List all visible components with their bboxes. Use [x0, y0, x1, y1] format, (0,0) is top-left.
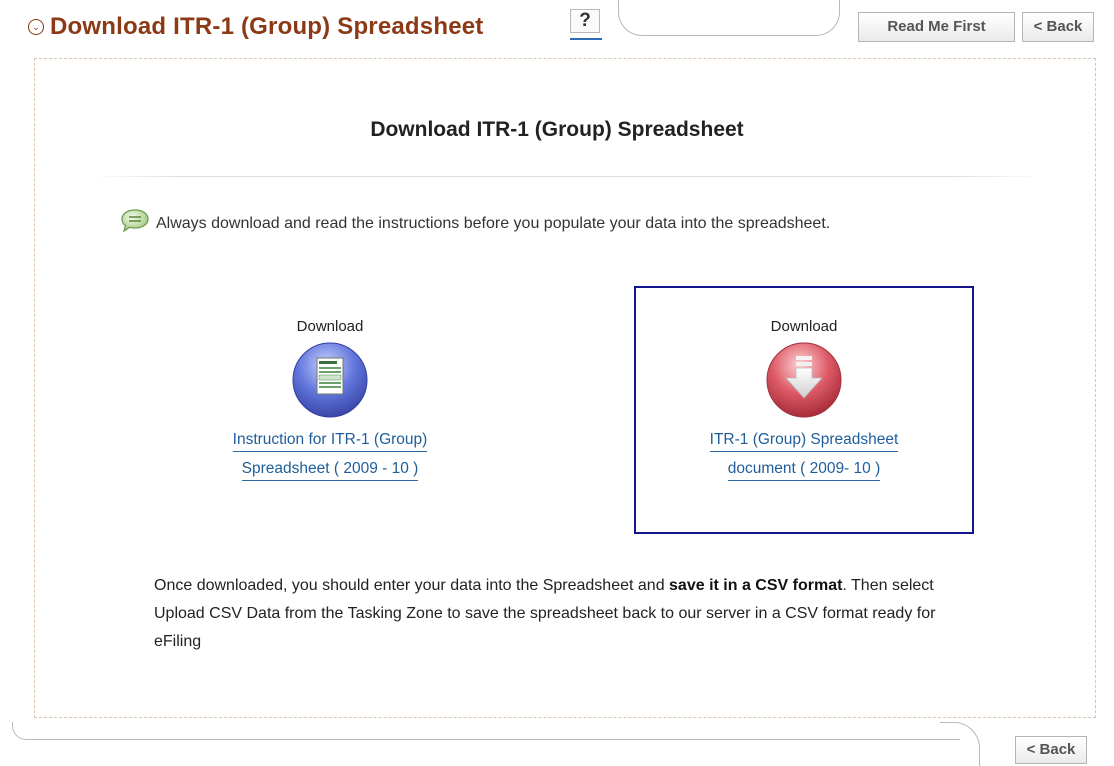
back-button-top[interactable]: < Back	[1022, 12, 1094, 42]
chevron-circle-icon: ⌄	[28, 19, 44, 35]
download-instructions-card: Download Instruction for ITR-1 (Group) S…	[180, 318, 480, 481]
download-arrow-icon[interactable]	[764, 340, 844, 425]
main-heading: Download ITR-1 (Group) Spreadsheet	[370, 118, 744, 141]
post-download-instructions: Once downloaded, you should enter your d…	[154, 572, 984, 656]
download-label: Download	[770, 318, 838, 335]
heading-divider	[92, 176, 1042, 177]
footer-tab-line	[12, 722, 960, 740]
help-button[interactable]: ?	[570, 9, 600, 33]
footer-tab-curve	[940, 722, 980, 766]
header-tab-decoration	[618, 0, 840, 36]
instructions-download-link-line2[interactable]: Spreadsheet ( 2009 - 10 )	[241, 460, 419, 481]
instruction-note: Always download and read the instruction…	[120, 208, 830, 239]
download-spreadsheet-card[interactable]: Download ITR-1 (Group) Spreadsheet docum…	[634, 286, 974, 534]
instructions-text-bold: save it in a CSV format	[669, 577, 843, 594]
page-header: ⌄ Download ITR-1 (Group) Spreadsheet	[28, 13, 484, 41]
help-underline	[570, 38, 602, 40]
back-button-bottom[interactable]: < Back	[1015, 736, 1087, 764]
instructions-text-part1: Once downloaded, you should enter your d…	[154, 577, 670, 594]
instruction-note-text: Always download and read the instruction…	[156, 214, 831, 232]
page-title: Download ITR-1 (Group) Spreadsheet	[50, 13, 484, 40]
document-icon[interactable]	[290, 340, 370, 425]
read-me-first-button[interactable]: Read Me First	[858, 12, 1015, 42]
instructions-download-link-line1[interactable]: Instruction for ITR-1 (Group)	[232, 431, 428, 452]
speech-bubble-icon	[120, 208, 150, 239]
spreadsheet-download-link-line2[interactable]: document ( 2009- 10 )	[727, 460, 881, 481]
download-label: Download	[296, 318, 364, 335]
spreadsheet-download-link-line1[interactable]: ITR-1 (Group) Spreadsheet	[709, 431, 899, 452]
